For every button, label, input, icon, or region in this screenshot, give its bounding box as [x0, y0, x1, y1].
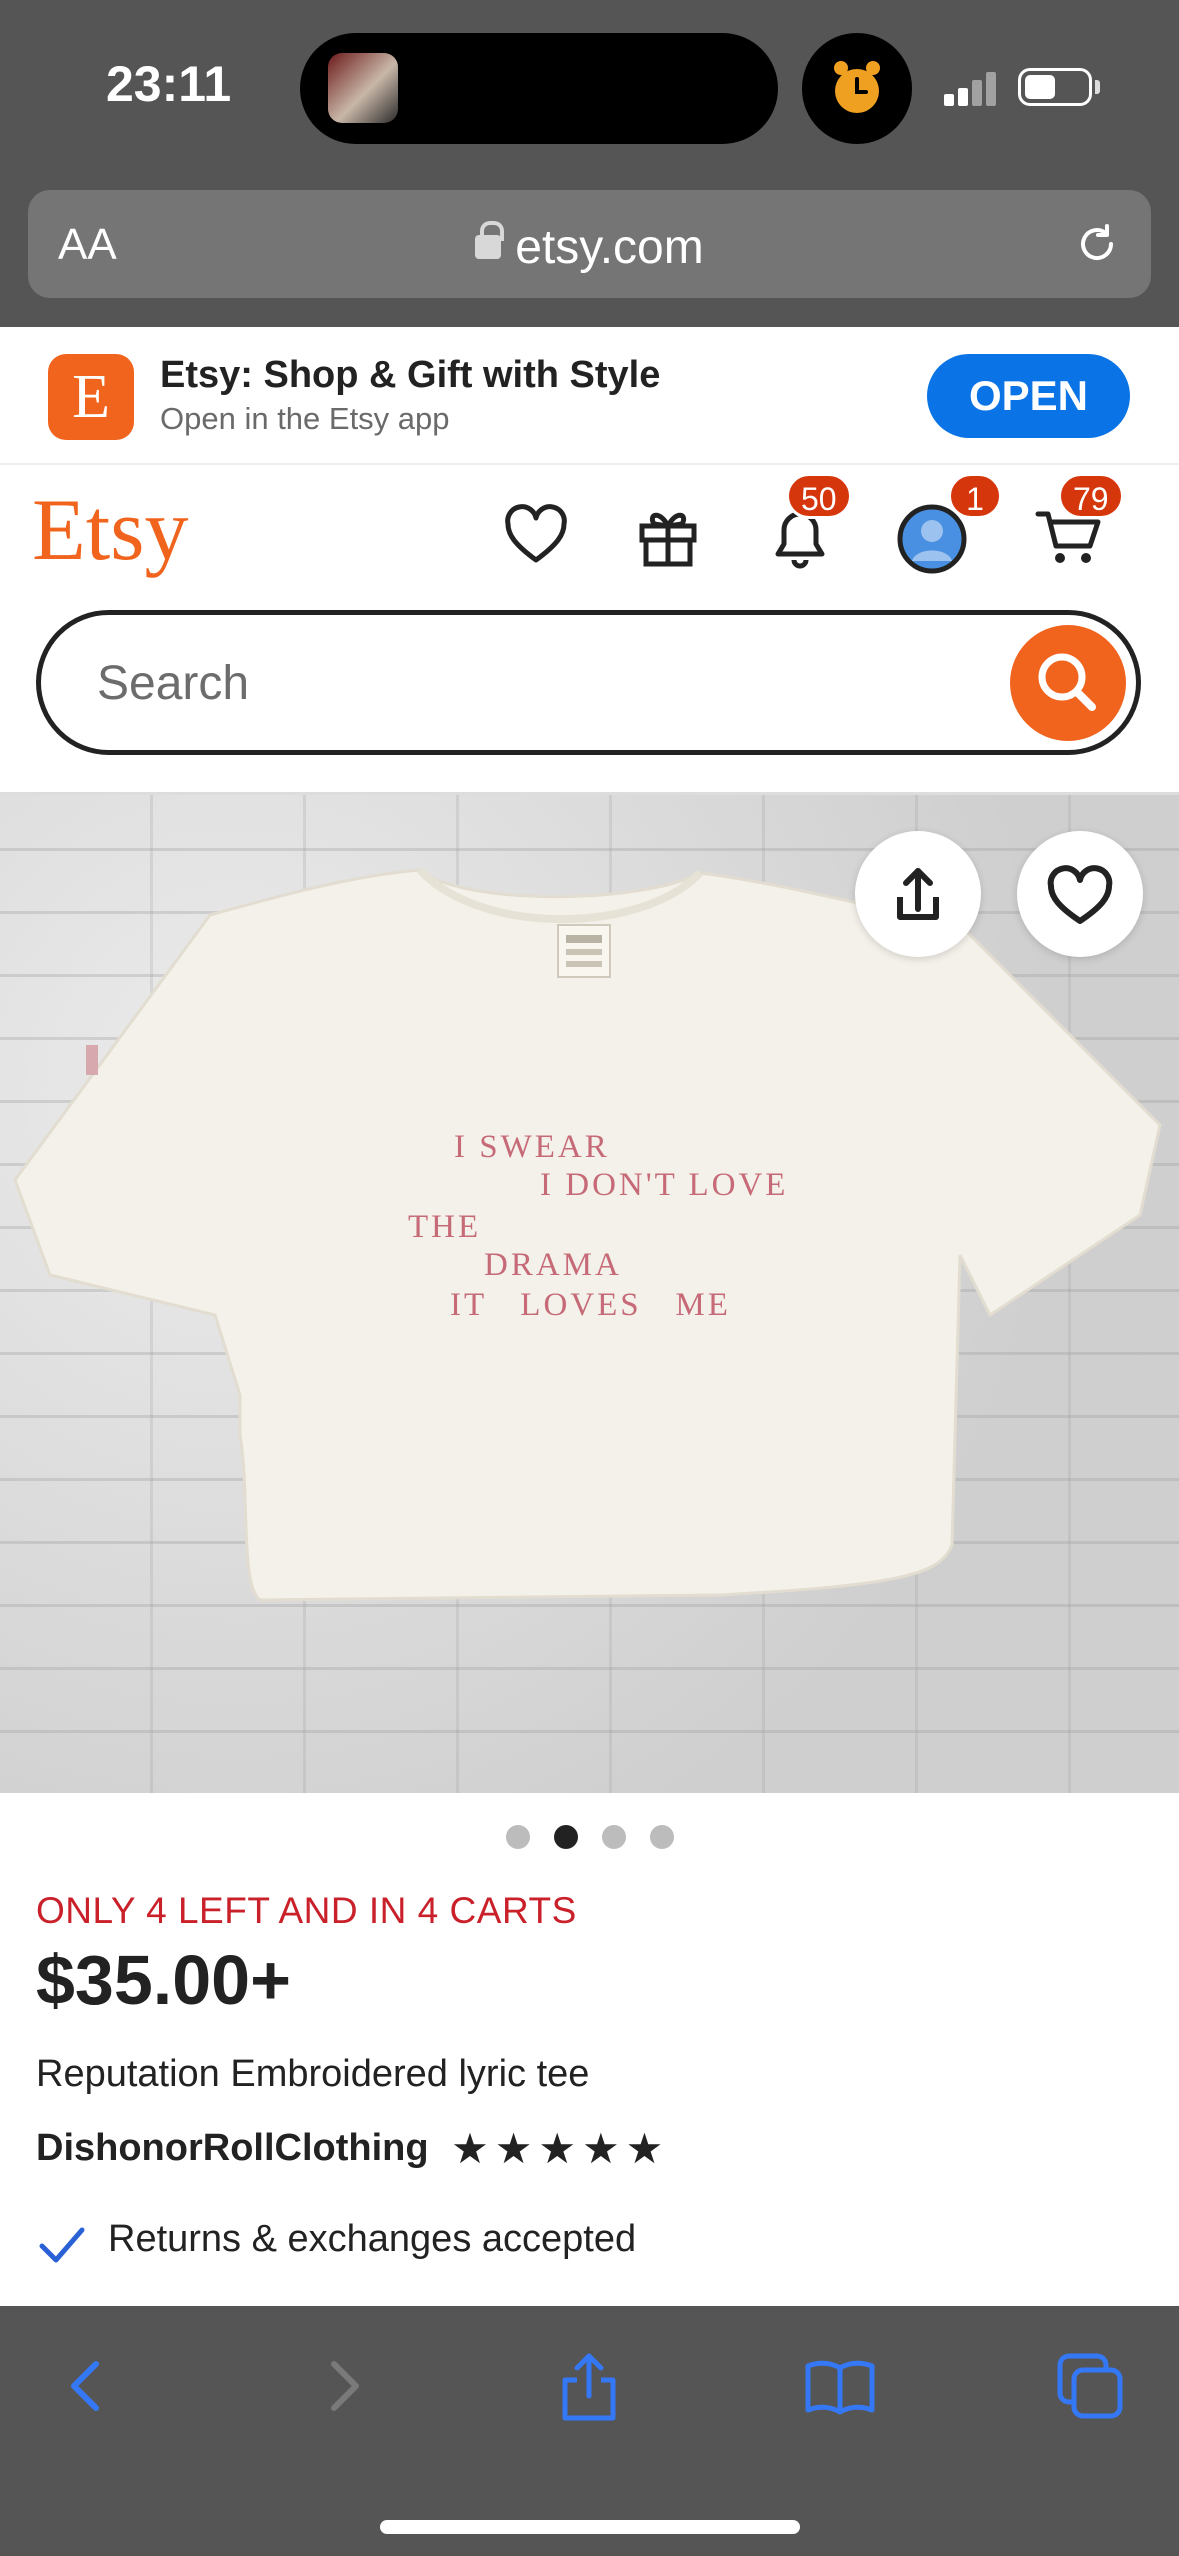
home-indicator[interactable]	[380, 2520, 800, 2534]
reload-icon[interactable]	[1073, 220, 1121, 268]
product-image-carousel[interactable]: I SWEAR I DON'T LOVE THE DRAMA IT LOVES …	[0, 795, 1179, 1793]
alarm-clock-icon	[834, 61, 880, 113]
rating-stars[interactable]: ★★★★★	[451, 2124, 669, 2173]
checkmark-icon	[39, 2227, 85, 2263]
safari-toolbar	[0, 2306, 1179, 2556]
open-app-button[interactable]: OPEN	[927, 354, 1130, 438]
account-badge: 1	[948, 473, 1002, 519]
shop-row: DishonorRollClothing ★★★★★	[36, 2124, 669, 2178]
app-banner: E Etsy: Shop & Gift with Style Open in t…	[0, 327, 1179, 465]
favorites-heart-icon[interactable]	[500, 500, 572, 572]
gift-icon[interactable]	[632, 500, 704, 572]
url-text: etsy.com	[515, 221, 704, 274]
status-bar: 23:11	[0, 0, 1179, 172]
lyric-line-1: I SWEAR	[454, 1129, 610, 1165]
share-sheet-icon[interactable]	[549, 2346, 629, 2426]
dynamic-island	[300, 33, 778, 144]
search-input[interactable]	[97, 651, 947, 715]
share-button[interactable]	[855, 831, 981, 957]
battery-tip	[1095, 80, 1100, 94]
share-icon	[897, 868, 939, 920]
back-icon[interactable]	[48, 2346, 128, 2426]
app-banner-title: Etsy: Shop & Gift with Style	[160, 354, 661, 396]
page: 23:11 AA etsy.com E Etsy: Shop & Gift wi…	[0, 0, 1179, 2556]
lyric-line-5: IT LOVES ME	[450, 1287, 731, 1323]
product-title: Reputation Embroidered lyric tee	[36, 2053, 590, 2095]
tabs-icon[interactable]	[1050, 2346, 1130, 2426]
safari-address-area: AA etsy.com	[0, 172, 1179, 327]
etsy-app-icon: E	[48, 354, 134, 440]
lyric-line-3: THE	[408, 1209, 482, 1245]
returns-text: Returns & exchanges accepted	[108, 2218, 637, 2260]
lyric-line-2: I DON'T LOVE	[540, 1167, 789, 1203]
scarcity-notice: ONLY 4 LEFT AND IN 4 CARTS	[36, 1890, 577, 1931]
carousel-dot[interactable]	[506, 1825, 530, 1849]
lock-icon	[475, 221, 505, 259]
carousel-indicators	[0, 1825, 1179, 1849]
forward-icon[interactable]	[302, 2346, 382, 2426]
cellular-signal-icon	[944, 70, 998, 106]
battery-icon	[1018, 68, 1092, 106]
favorite-item-button[interactable]	[1017, 831, 1143, 957]
lyric-line-4: DRAMA	[484, 1247, 622, 1283]
search-icon	[1038, 653, 1096, 711]
cart-badge: 79	[1058, 473, 1124, 519]
now-playing-artwork	[328, 53, 398, 123]
app-banner-subtitle: Open in the Etsy app	[160, 401, 450, 436]
etsy-logo[interactable]: Etsy	[32, 480, 188, 581]
notifications-badge: 50	[786, 473, 852, 519]
shop-name-link[interactable]: DishonorRollClothing	[36, 2127, 429, 2170]
carousel-dot[interactable]	[650, 1825, 674, 1849]
carousel-dot[interactable]	[602, 1825, 626, 1849]
url-display[interactable]: etsy.com	[28, 220, 1151, 275]
bookmarks-icon[interactable]	[800, 2346, 880, 2426]
search-box	[36, 610, 1141, 755]
product-price: $35.00+	[36, 1941, 291, 2019]
carousel-dot-active[interactable]	[554, 1825, 578, 1849]
site-header: Etsy 50 1 79	[0, 465, 1179, 795]
address-bar[interactable]: AA etsy.com	[28, 190, 1151, 298]
status-time: 23:11	[106, 56, 232, 112]
alarm-indicator	[802, 33, 912, 144]
heart-icon	[1047, 865, 1113, 924]
search-button[interactable]	[1010, 625, 1126, 741]
